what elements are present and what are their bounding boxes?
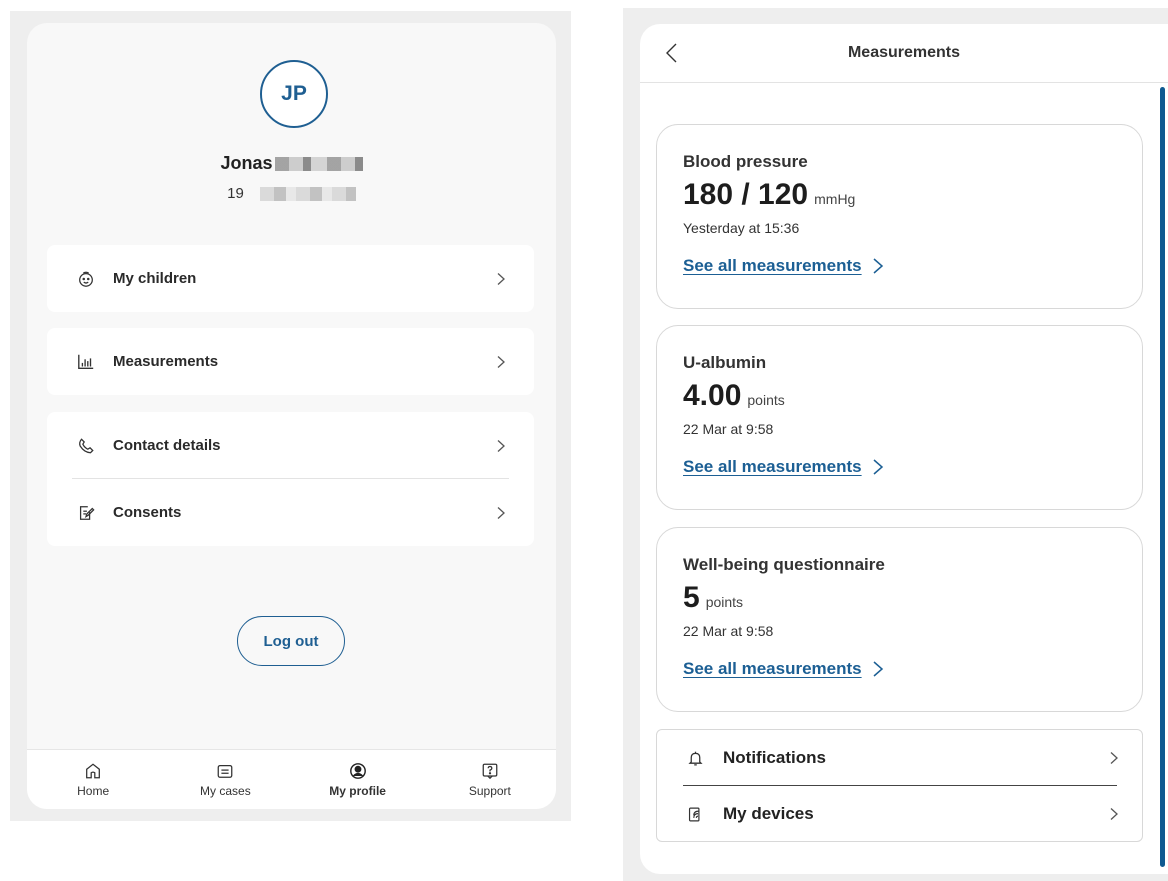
menu-card-children: My children (47, 245, 534, 312)
see-all-measurements-link[interactable]: See all measurements (683, 256, 1116, 276)
redacted-id (259, 186, 356, 201)
menu-card-measurements: Measurements (47, 328, 534, 395)
measurement-title: Well-being questionnaire (683, 555, 885, 574)
menu-item-my-children[interactable]: My children (47, 245, 534, 312)
menu-item-label: My devices (723, 804, 814, 823)
profile-first-name: Jonas (220, 153, 273, 173)
menu-item-label: My children (113, 270, 197, 287)
measurement-title: Blood pressure (683, 152, 808, 171)
chevron-right-icon (497, 355, 505, 368)
home-icon (86, 762, 101, 778)
nav-label: Support (468, 783, 511, 798)
menu-item-notifications[interactable]: Notifications (657, 730, 1142, 786)
chevron-right-icon (497, 506, 505, 519)
nav-label: My cases (200, 783, 251, 798)
profile-id-prefix: 19 (227, 185, 244, 202)
nav-item-my-cases[interactable]: My cases (159, 750, 291, 809)
measurement-value-row: 5 points (683, 581, 1116, 615)
chevron-right-icon (1110, 808, 1118, 820)
menu-item-label: Notifications (723, 748, 826, 767)
menu-card-contact-consents: Contact details Consents (47, 412, 534, 546)
chevron-right-icon (497, 272, 505, 285)
measurement-value-row: 180 / 120 mmHg (683, 178, 1116, 212)
measurement-timestamp: 22 Mar at 9:58 (683, 623, 774, 639)
nav-label: My profile (329, 783, 386, 798)
bar-chart-icon (75, 351, 97, 373)
bottom-navigation: Home My cases My profile Support (27, 749, 556, 809)
measurements-screen: Measurements Blood pressure 180 / 120 mm… (640, 24, 1168, 874)
menu-item-consents[interactable]: Consents (47, 479, 534, 546)
link-text[interactable]: See all measurements (683, 256, 862, 276)
measurement-value: 4.00 (683, 379, 742, 412)
menu-item-label: Contact details (113, 437, 221, 454)
phone-icon (75, 435, 97, 457)
chevron-right-icon (873, 258, 883, 274)
measurement-unit: points (705, 594, 744, 610)
measurement-timestamp: 22 Mar at 9:58 (683, 421, 774, 437)
profile-personal-id: 19 (27, 185, 556, 202)
help-icon (482, 763, 498, 779)
menu-item-measurements[interactable]: Measurements (47, 328, 534, 395)
measurement-value: 180 / 120 (683, 178, 809, 211)
nav-item-home[interactable]: Home (27, 750, 159, 809)
logout-button[interactable]: Log out (237, 616, 345, 666)
menu-item-label: Consents (113, 504, 182, 521)
chevron-right-icon (497, 439, 505, 452)
measurement-card-blood-pressure: Blood pressure 180 / 120 mmHg Yesterday … (656, 124, 1143, 309)
nav-item-my-profile[interactable]: My profile (292, 750, 424, 809)
see-all-measurements-link[interactable]: See all measurements (683, 659, 1116, 679)
measurement-title: U-albumin (683, 353, 767, 372)
link-text[interactable]: See all measurements (683, 457, 862, 477)
measurement-timestamp: Yesterday at 15:36 (683, 220, 800, 236)
link-text[interactable]: See all measurements (683, 659, 862, 679)
chevron-right-icon (1110, 752, 1118, 764)
redacted-surname (274, 156, 363, 171)
measurement-unit: mmHg (814, 191, 856, 207)
folder-icon (217, 764, 233, 778)
page-title: Measurements (847, 44, 961, 61)
chevron-right-icon (873, 459, 883, 475)
menu-item-my-devices[interactable]: My devices (657, 786, 1142, 842)
device-icon (685, 804, 705, 824)
measurement-card-well-being: Well-being questionnaire 5 points 22 Mar… (656, 527, 1143, 712)
document-edit-icon (75, 502, 97, 524)
measurement-card-u-albumin: U-albumin 4.00 points 22 Mar at 9:58 See… (656, 325, 1143, 510)
chevron-right-icon (873, 661, 883, 677)
menu-item-label: Measurements (113, 353, 219, 370)
screen-header: Measurements (640, 24, 1168, 83)
avatar: JP (260, 60, 328, 128)
profile-name: Jonas (27, 153, 556, 174)
scrollbar[interactable] (1160, 87, 1165, 867)
see-all-measurements-link[interactable]: See all measurements (683, 457, 1116, 477)
measurement-value: 5 (683, 581, 700, 614)
profile-icon (349, 762, 366, 779)
child-face-icon (75, 268, 97, 290)
bell-icon (685, 748, 705, 768)
nav-item-support[interactable]: Support (424, 750, 556, 809)
settings-options-card: Notifications My devices (656, 729, 1143, 842)
profile-screen: JP Jonas 19 My children Measurements Con… (27, 23, 556, 809)
measurement-value-row: 4.00 points (683, 379, 1116, 413)
menu-item-contact-details[interactable]: Contact details (47, 412, 534, 479)
back-arrow-icon[interactable] (662, 41, 682, 65)
nav-label: Home (77, 783, 110, 798)
measurement-unit: points (747, 392, 785, 408)
